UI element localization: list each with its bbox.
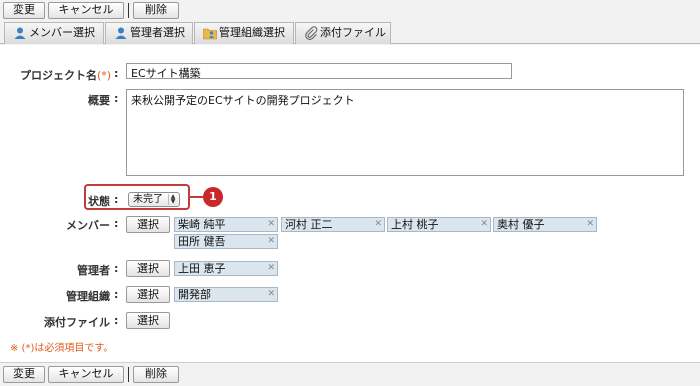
- member-chip: 奥村 優子 ✕: [493, 217, 597, 232]
- chip-label: 開発部: [178, 288, 211, 301]
- chip-label: 上村 桃子: [391, 218, 439, 231]
- cancel-button[interactable]: キャンセル: [48, 2, 124, 19]
- chip-label: 奥村 優子: [497, 218, 545, 231]
- colon: :: [114, 262, 119, 275]
- colon: :: [114, 288, 119, 301]
- managers-select-button[interactable]: 選択: [126, 260, 170, 277]
- colon: :: [114, 217, 119, 230]
- callout-number-badge: 1: [203, 187, 223, 207]
- tab-org-select[interactable]: 管理組織選択: [194, 22, 294, 44]
- project-name-label: プロジェクト名(*): [20, 69, 112, 82]
- tab-label: 管理者選択: [130, 26, 185, 39]
- folder-users-icon: [203, 28, 217, 40]
- change-button[interactable]: 変更: [3, 2, 45, 19]
- colon: :: [114, 314, 119, 327]
- paperclip-icon: [305, 26, 318, 40]
- delete-button[interactable]: 削除: [133, 2, 179, 19]
- delete-button[interactable]: 削除: [133, 366, 179, 383]
- remove-icon[interactable]: ✕: [374, 218, 382, 231]
- chip-label: 河村 正二: [285, 218, 333, 231]
- org-label: 管理組織: [66, 290, 110, 303]
- toolbar-separator: [128, 3, 129, 18]
- summary-label: 概要: [88, 94, 110, 107]
- tab-bar: メンバー選択 管理者選択 管理組織選択 添付ファイル: [0, 22, 700, 44]
- members-select-button[interactable]: 選択: [126, 216, 170, 233]
- callout-highlight-box: [84, 184, 190, 210]
- required-note: ※ (*)は必須項目です。: [10, 343, 114, 354]
- attach-select-button[interactable]: 選択: [126, 312, 170, 329]
- org-chip: 開発部 ✕: [174, 287, 278, 302]
- managers-label: 管理者: [77, 264, 110, 277]
- remove-icon[interactable]: ✕: [267, 262, 275, 275]
- chip-label: 柴崎 純平: [178, 218, 226, 231]
- manager-chip: 上田 恵子 ✕: [174, 261, 278, 276]
- remove-icon[interactable]: ✕: [267, 288, 275, 301]
- attach-label: 添付ファイル: [44, 316, 110, 329]
- tab-attachments[interactable]: 添付ファイル: [295, 22, 391, 44]
- tab-label: メンバー選択: [29, 26, 95, 39]
- member-chip: 柴崎 純平 ✕: [174, 217, 278, 232]
- chip-label: 田所 健吾: [178, 235, 226, 248]
- remove-icon[interactable]: ✕: [480, 218, 488, 231]
- tab-member-select[interactable]: メンバー選択: [4, 22, 104, 44]
- tab-label: 管理組織選択: [219, 26, 285, 39]
- member-chip: 河村 正二 ✕: [281, 217, 385, 232]
- remove-icon[interactable]: ✕: [267, 218, 275, 231]
- user-icon: [115, 27, 127, 39]
- remove-icon[interactable]: ✕: [586, 218, 594, 231]
- callout-connector: [190, 196, 204, 198]
- required-mark: (*): [97, 69, 112, 82]
- summary-textarea[interactable]: 来秋公開予定のECサイトの開発プロジェクト: [126, 89, 684, 176]
- member-chip: 上村 桃子 ✕: [387, 217, 491, 232]
- colon: :: [114, 67, 119, 80]
- org-select-button[interactable]: 選択: [126, 286, 170, 303]
- member-chip: 田所 健吾 ✕: [174, 234, 278, 249]
- user-icon: [14, 27, 26, 39]
- change-button[interactable]: 変更: [3, 366, 45, 383]
- chip-label: 上田 恵子: [178, 262, 226, 275]
- cancel-button[interactable]: キャンセル: [48, 366, 124, 383]
- remove-icon[interactable]: ✕: [267, 235, 275, 248]
- toolbar-separator: [128, 367, 129, 382]
- members-label: メンバー: [66, 219, 110, 232]
- top-toolbar: 変更 キャンセル 削除: [0, 0, 700, 22]
- tab-manager-select[interactable]: 管理者選択: [105, 22, 193, 44]
- project-name-input[interactable]: ECサイト構築: [126, 63, 512, 80]
- tab-label: 添付ファイル: [320, 26, 386, 39]
- colon: :: [114, 92, 119, 105]
- bottom-toolbar: 変更 キャンセル 削除: [0, 364, 700, 386]
